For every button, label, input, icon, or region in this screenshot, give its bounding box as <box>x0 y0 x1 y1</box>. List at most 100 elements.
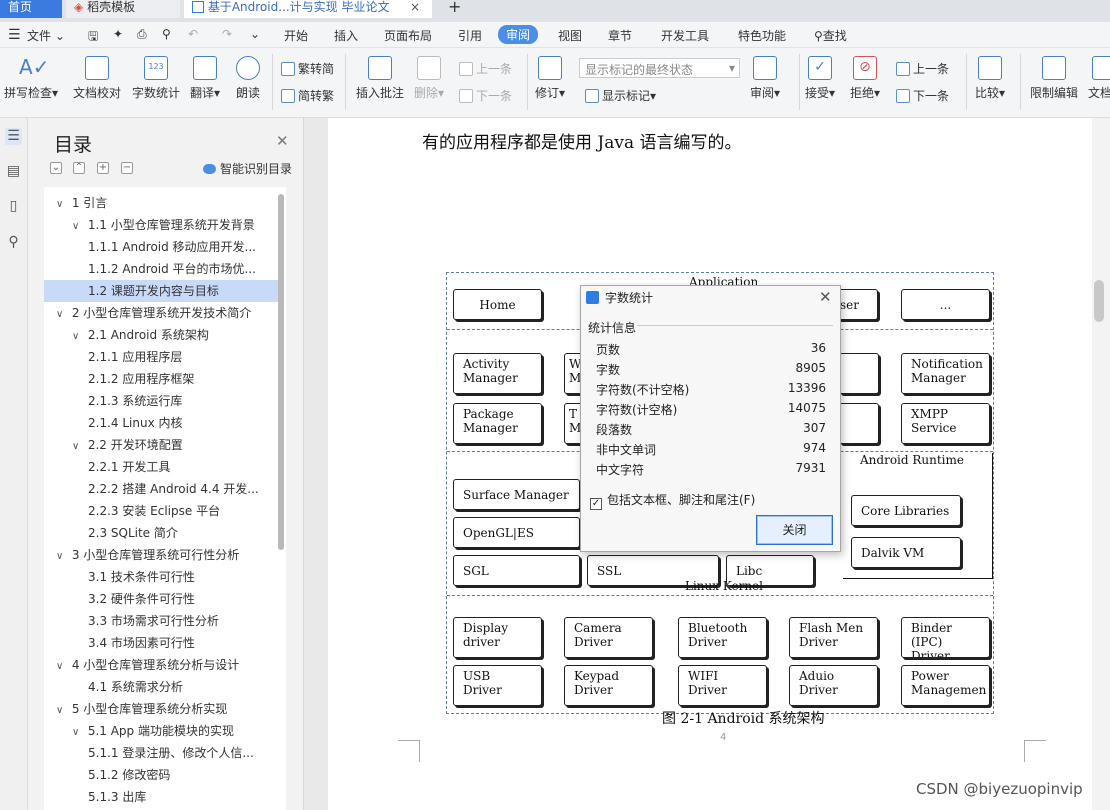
tab-home[interactable]: 首页 <box>0 0 62 18</box>
menu-features[interactable]: 特色功能 <box>738 27 786 44</box>
include-textboxes-checkbox[interactable]: ✓ 包括文本框、脚注和尾注(F) <box>590 491 755 510</box>
toc-item[interactable]: ∨ 2.2 开发环境配置 <box>44 434 278 456</box>
document-scrollbar[interactable] <box>1092 118 1110 810</box>
chevron-down-icon[interactable]: ∨ <box>56 194 68 214</box>
show-markup-button[interactable]: 显示标记▾ <box>585 87 656 104</box>
customize-toolbar-icon[interactable]: ⌄ <box>250 27 260 41</box>
prev-comment-button[interactable]: 上一条 <box>459 60 512 77</box>
redo-icon[interactable]: ↷ <box>222 27 232 41</box>
smart-toc-button[interactable]: 智能识别目录 <box>203 160 292 177</box>
menu-references[interactable]: 引用 <box>458 27 482 44</box>
close-dialog-button[interactable]: 关闭 <box>756 515 833 545</box>
menu-sections[interactable]: 章节 <box>608 27 632 44</box>
print-preview-icon[interactable]: ⚲ <box>162 27 171 41</box>
toc-item[interactable]: 2.1.1 应用程序层 <box>44 346 278 368</box>
chevron-down-icon[interactable]: ∨ <box>56 304 68 324</box>
toc-item[interactable]: 1.1.1 Android 移动应用开发... <box>44 236 278 258</box>
accept-button[interactable]: ✓ 接受▾ <box>805 56 835 101</box>
menu-page-layout[interactable]: 页面布局 <box>384 27 432 44</box>
toc-item[interactable]: 2.3 SQLite 简介 <box>44 522 278 544</box>
menu-home[interactable]: 开始 <box>284 27 308 44</box>
read-aloud-button[interactable]: 朗读 <box>236 56 260 101</box>
pages-panel-icon[interactable]: ▤ <box>5 163 22 180</box>
spellcheck-button[interactable]: A✓ 拼写检查▾ <box>4 56 58 101</box>
chevron-down-icon[interactable]: ∨ <box>56 700 68 720</box>
toc-item[interactable]: 4.1 系统需求分析 <box>44 676 278 698</box>
next-comment-button[interactable]: 下一条 <box>459 87 512 104</box>
toc-item[interactable]: ∨ 4 小型仓库管理系统分析与设计 <box>44 654 278 676</box>
chevron-down-icon[interactable]: ∨ <box>56 656 68 676</box>
compare-button[interactable]: 比较▾ <box>975 56 1005 101</box>
save-icon[interactable]: 🖫 <box>88 27 98 48</box>
toc-item[interactable]: 5.1.1 登录注册、修改个人信... <box>44 742 278 764</box>
reject-button[interactable]: ⊘ 拒绝▾ <box>850 56 880 101</box>
collapse-all-icon[interactable]: ⌄ <box>50 162 62 174</box>
format-painter-icon[interactable]: ✦ <box>113 27 123 41</box>
toc-item[interactable]: ∨ 2.1 Android 系统架构 <box>44 324 278 346</box>
chevron-down-icon[interactable]: ∨ <box>72 722 84 742</box>
to-simplified-button[interactable]: 简转繁 <box>281 87 334 104</box>
prev-change-button[interactable]: 上一条 <box>896 60 949 77</box>
markup-state-select[interactable]: 显示标记的最终状态 ▾ <box>579 58 740 78</box>
toc-item[interactable]: 3.3 市场需求可行性分析 <box>44 610 278 632</box>
toc-item[interactable]: 3.2 硬件条件可行性 <box>44 588 278 610</box>
insert-comment-button[interactable]: 插入批注 <box>356 56 404 101</box>
hamburger-icon[interactable]: ☰ <box>8 27 21 43</box>
chevron-down-icon[interactable]: ∨ <box>72 326 84 346</box>
toc-item[interactable]: 5.1.2 修改密码 <box>44 764 278 786</box>
delete-comment-button[interactable]: 删除▾ <box>414 56 444 101</box>
toc-item[interactable]: 2.1.3 系统运行库 <box>44 390 278 412</box>
remove-heading-icon[interactable]: − <box>121 162 133 174</box>
new-tab-icon[interactable]: + <box>444 0 466 18</box>
close-icon[interactable]: ✕ <box>819 288 832 306</box>
menu-search[interactable]: ⚲查找 <box>814 27 847 44</box>
track-changes-button[interactable]: 修订▾ <box>535 56 565 101</box>
toc-item[interactable]: ∨ 1 引言 <box>44 192 278 214</box>
menu-view[interactable]: 视图 <box>558 27 582 44</box>
to-traditional-button[interactable]: 繁转简 <box>281 60 334 77</box>
toc-item[interactable]: 3.4 市场因素可行性 <box>44 632 278 654</box>
review-pane-button[interactable]: 审阅▾ <box>750 56 780 101</box>
toc-item[interactable]: ∨ 3 小型仓库管理系统可行性分析 <box>44 544 278 566</box>
print-icon[interactable]: ⎙ <box>137 27 147 42</box>
toc-scrollbar[interactable] <box>278 194 284 550</box>
find-panel-icon[interactable]: ⚲ <box>5 234 22 251</box>
toc-item[interactable]: 2.2.1 开发工具 <box>44 456 278 478</box>
toc-item[interactable]: 2.1.4 Linux 内核 <box>44 412 278 434</box>
chevron-down-icon[interactable]: ∨ <box>72 436 84 456</box>
toc-item[interactable]: 2.2.2 搭建 Android 4.4 开发... <box>44 478 278 500</box>
menu-developer[interactable]: 开发工具 <box>661 27 709 44</box>
chevron-down-icon[interactable]: ∨ <box>56 546 68 566</box>
menu-insert[interactable]: 插入 <box>334 27 358 44</box>
toc-panel-icon[interactable]: ☰ <box>5 128 22 145</box>
bookmark-panel-icon[interactable]: ▯ <box>5 198 22 215</box>
doc-rights-button[interactable]: 文档 <box>1088 56 1110 101</box>
expand-all-icon[interactable]: ⌃ <box>73 162 85 174</box>
toc-item[interactable]: ∨ 5.1 App 端功能模块的实现 <box>44 720 278 742</box>
chevron-down-icon[interactable]: ∨ <box>72 216 84 236</box>
restrict-edit-button[interactable]: 限制编辑 <box>1030 56 1078 101</box>
next-change-button[interactable]: 下一条 <box>896 87 949 104</box>
tab-template[interactable]: ◈ 稻壳模板 <box>66 0 180 18</box>
toc-item[interactable]: ∨ 5 小型仓库管理系统分析实现 <box>44 698 278 720</box>
document-scroll-thumb[interactable] <box>1094 280 1104 322</box>
toc-item[interactable]: 2.2.3 安装 Eclipse 平台 <box>44 500 278 522</box>
doc-proof-button[interactable]: 文档校对 <box>73 56 121 101</box>
translate-button[interactable]: 翻译▾ <box>190 56 220 101</box>
tab-close-icon[interactable]: × <box>406 0 428 18</box>
toc-item[interactable]: 1.1.2 Android 平台的市场优... <box>44 258 278 280</box>
toc-item[interactable]: ∨ 1.1 小型仓库管理系统开发背景 <box>44 214 278 236</box>
toc-item[interactable]: 3.1 技术条件可行性 <box>44 566 278 588</box>
menu-file[interactable]: 文件 ⌄ <box>27 27 65 44</box>
menu-review[interactable]: 审阅 <box>498 25 539 44</box>
undo-icon[interactable]: ↶ <box>188 27 198 41</box>
add-heading-icon[interactable]: + <box>97 162 109 174</box>
toc-item[interactable]: 1.2 课题开发内容与目标 <box>44 280 278 302</box>
close-icon[interactable]: ✕ <box>276 132 289 150</box>
tab-document[interactable]: 基于Android...计与实现 毕业论文 <box>184 0 432 18</box>
toc-item[interactable]: ∨ 2 小型仓库管理系统开发技术简介 <box>44 302 278 324</box>
restrict-edit-label: 限制编辑 <box>1030 86 1079 100</box>
word-count-button[interactable]: 123 字数统计 <box>132 56 180 101</box>
toc-item[interactable]: 5.1.3 出库 <box>44 786 278 808</box>
toc-item[interactable]: 2.1.2 应用程序框架 <box>44 368 278 390</box>
